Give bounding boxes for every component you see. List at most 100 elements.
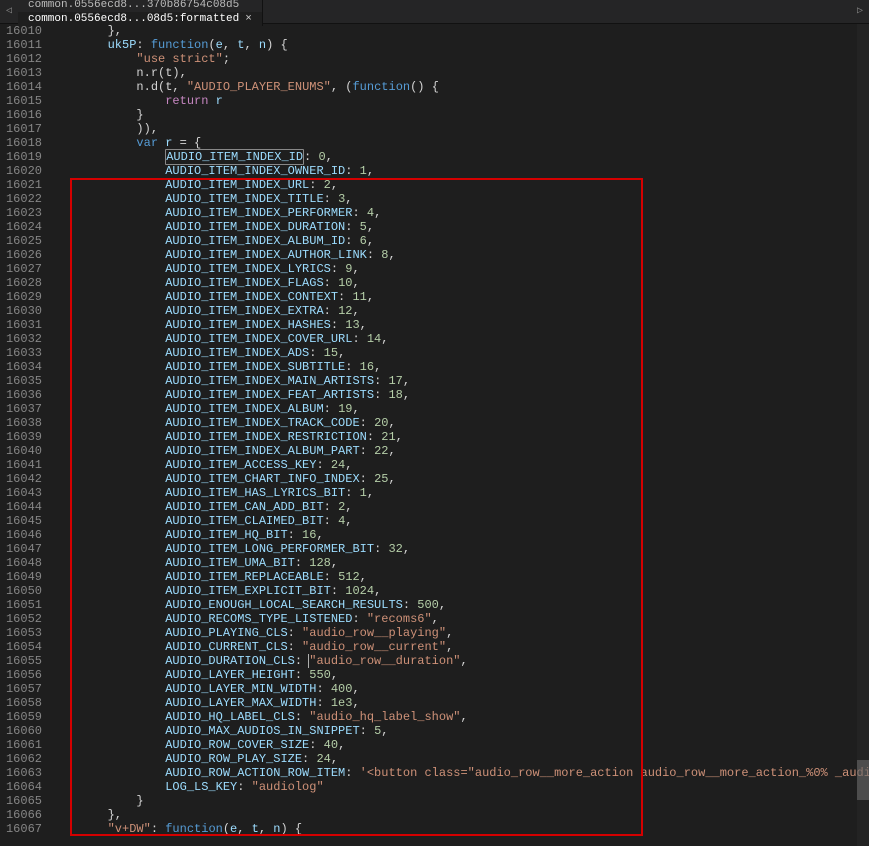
- code-line[interactable]: AUDIO_HQ_LABEL_CLS: "audio_hq_label_show…: [50, 710, 869, 724]
- line-number: 16033: [0, 346, 42, 360]
- code-line[interactable]: AUDIO_ITEM_INDEX_FLAGS: 10,: [50, 276, 869, 290]
- code-line[interactable]: AUDIO_ITEM_LONG_PERFORMER_BIT: 32,: [50, 542, 869, 556]
- code-line[interactable]: AUDIO_ITEM_INDEX_CONTEXT: 11,: [50, 290, 869, 304]
- line-number: 16012: [0, 52, 42, 66]
- code-line[interactable]: AUDIO_LAYER_MIN_WIDTH: 400,: [50, 682, 869, 696]
- code-line[interactable]: AUDIO_ITEM_INDEX_SUBTITLE: 16,: [50, 360, 869, 374]
- line-number: 16062: [0, 752, 42, 766]
- line-number: 16038: [0, 416, 42, 430]
- code-line[interactable]: AUDIO_ITEM_INDEX_URL: 2,: [50, 178, 869, 192]
- code-line[interactable]: AUDIO_ITEM_INDEX_LYRICS: 9,: [50, 262, 869, 276]
- code-line[interactable]: return r: [50, 94, 869, 108]
- code-line[interactable]: AUDIO_ITEM_INDEX_OWNER_ID: 1,: [50, 164, 869, 178]
- line-number: 16049: [0, 570, 42, 584]
- code-editor[interactable]: 1601016011160121601316014160151601616017…: [0, 24, 869, 846]
- code-line[interactable]: }: [50, 794, 869, 808]
- code-line[interactable]: AUDIO_ITEM_INDEX_FEAT_ARTISTS: 18,: [50, 388, 869, 402]
- code-line[interactable]: AUDIO_ITEM_ACCESS_KEY: 24,: [50, 458, 869, 472]
- code-line[interactable]: AUDIO_CURRENT_CLS: "audio_row__current",: [50, 640, 869, 654]
- code-line[interactable]: AUDIO_ITEM_INDEX_ADS: 15,: [50, 346, 869, 360]
- code-line[interactable]: AUDIO_ITEM_INDEX_COVER_URL: 14,: [50, 332, 869, 346]
- tab-bar: ◁ common.0556ecd8...370b86754c08d5common…: [0, 0, 869, 24]
- code-line[interactable]: AUDIO_ITEM_INDEX_ID: 0,: [50, 150, 869, 164]
- code-line[interactable]: AUDIO_DURATION_CLS: "audio_row__duration…: [50, 654, 869, 668]
- code-line[interactable]: "v+DW": function(e, t, n) {: [50, 822, 869, 836]
- code-line[interactable]: AUDIO_PLAYING_CLS: "audio_row__playing",: [50, 626, 869, 640]
- line-number: 16032: [0, 332, 42, 346]
- line-number: 16019: [0, 150, 42, 164]
- code-line[interactable]: AUDIO_LAYER_HEIGHT: 550,: [50, 668, 869, 682]
- code-line[interactable]: AUDIO_RECOMS_TYPE_LISTENED: "recoms6",: [50, 612, 869, 626]
- line-number: 16018: [0, 136, 42, 150]
- code-line[interactable]: AUDIO_ITEM_INDEX_TRACK_CODE: 20,: [50, 416, 869, 430]
- scrollbar-vertical[interactable]: [857, 24, 869, 846]
- line-number: 16036: [0, 388, 42, 402]
- code-line[interactable]: AUDIO_ITEM_CHART_INFO_INDEX: 25,: [50, 472, 869, 486]
- code-line[interactable]: AUDIO_ITEM_UMA_BIT: 128,: [50, 556, 869, 570]
- line-number: 16014: [0, 80, 42, 94]
- line-number: 16047: [0, 542, 42, 556]
- code-line[interactable]: AUDIO_MAX_AUDIOS_IN_SNIPPET: 5,: [50, 724, 869, 738]
- code-line[interactable]: AUDIO_ITEM_INDEX_EXTRA: 12,: [50, 304, 869, 318]
- line-number: 16017: [0, 122, 42, 136]
- line-number: 16050: [0, 584, 42, 598]
- code-line[interactable]: AUDIO_ITEM_INDEX_ALBUM_PART: 22,: [50, 444, 869, 458]
- code-line[interactable]: AUDIO_ITEM_INDEX_DURATION: 5,: [50, 220, 869, 234]
- code-line[interactable]: },: [50, 24, 869, 38]
- tab-nav-right[interactable]: ▷: [851, 0, 869, 23]
- line-number: 16059: [0, 710, 42, 724]
- code-area[interactable]: }, uk5P: function(e, t, n) { "use strict…: [50, 24, 869, 846]
- code-line[interactable]: AUDIO_ITEM_HQ_BIT: 16,: [50, 528, 869, 542]
- code-line[interactable]: AUDIO_ITEM_CLAIMED_BIT: 4,: [50, 514, 869, 528]
- code-line[interactable]: n.r(t),: [50, 66, 869, 80]
- code-line[interactable]: AUDIO_ITEM_REPLACEABLE: 512,: [50, 570, 869, 584]
- line-number: 16054: [0, 640, 42, 654]
- line-number-gutter: 1601016011160121601316014160151601616017…: [0, 24, 50, 846]
- code-line[interactable]: AUDIO_ITEM_INDEX_PERFORMER: 4,: [50, 206, 869, 220]
- editor-tab[interactable]: common.0556ecd8...370b86754c08d5: [18, 0, 263, 12]
- code-line[interactable]: }: [50, 108, 869, 122]
- code-line[interactable]: )),: [50, 122, 869, 136]
- code-line[interactable]: uk5P: function(e, t, n) {: [50, 38, 869, 52]
- line-number: 16039: [0, 430, 42, 444]
- code-line[interactable]: AUDIO_ROW_ACTION_ROW_ITEM: '<button clas…: [50, 766, 869, 780]
- code-line[interactable]: AUDIO_ITEM_INDEX_MAIN_ARTISTS: 17,: [50, 374, 869, 388]
- line-number: 16045: [0, 514, 42, 528]
- code-line[interactable]: AUDIO_ITEM_INDEX_AUTHOR_LINK: 8,: [50, 248, 869, 262]
- code-line[interactable]: AUDIO_ROW_COVER_SIZE: 40,: [50, 738, 869, 752]
- code-line[interactable]: "use strict";: [50, 52, 869, 66]
- code-line[interactable]: AUDIO_ENOUGH_LOCAL_SEARCH_RESULTS: 500,: [50, 598, 869, 612]
- code-line[interactable]: AUDIO_ITEM_INDEX_ALBUM: 19,: [50, 402, 869, 416]
- line-number: 16051: [0, 598, 42, 612]
- line-number: 16057: [0, 682, 42, 696]
- line-number: 16044: [0, 500, 42, 514]
- tab-label: common.0556ecd8...370b86754c08d5: [28, 0, 239, 12]
- line-number: 16043: [0, 486, 42, 500]
- code-line[interactable]: AUDIO_ITEM_INDEX_ALBUM_ID: 6,: [50, 234, 869, 248]
- code-line[interactable]: },: [50, 808, 869, 822]
- line-number: 16061: [0, 738, 42, 752]
- line-number: 16025: [0, 234, 42, 248]
- code-line[interactable]: AUDIO_ITEM_EXPLICIT_BIT: 1024,: [50, 584, 869, 598]
- line-number: 16030: [0, 304, 42, 318]
- line-number: 16026: [0, 248, 42, 262]
- code-line[interactable]: AUDIO_LAYER_MAX_WIDTH: 1e3,: [50, 696, 869, 710]
- tab-nav-left[interactable]: ◁: [0, 0, 18, 23]
- code-line[interactable]: AUDIO_ITEM_INDEX_TITLE: 3,: [50, 192, 869, 206]
- scrollbar-thumb[interactable]: [857, 760, 869, 800]
- code-line[interactable]: AUDIO_ITEM_CAN_ADD_BIT: 2,: [50, 500, 869, 514]
- line-number: 16053: [0, 626, 42, 640]
- code-line[interactable]: var r = {: [50, 136, 869, 150]
- line-number: 16010: [0, 24, 42, 38]
- line-number: 16021: [0, 178, 42, 192]
- code-line[interactable]: AUDIO_ROW_PLAY_SIZE: 24,: [50, 752, 869, 766]
- code-line[interactable]: AUDIO_ITEM_HAS_LYRICS_BIT: 1,: [50, 486, 869, 500]
- code-line[interactable]: AUDIO_ITEM_INDEX_HASHES: 13,: [50, 318, 869, 332]
- code-line[interactable]: n.d(t, "AUDIO_PLAYER_ENUMS", (function()…: [50, 80, 869, 94]
- code-line[interactable]: AUDIO_ITEM_INDEX_RESTRICTION: 21,: [50, 430, 869, 444]
- code-line[interactable]: LOG_LS_KEY: "audiolog": [50, 780, 869, 794]
- selected-token: AUDIO_ITEM_INDEX_ID: [165, 149, 304, 165]
- line-number: 16034: [0, 360, 42, 374]
- line-number: 16040: [0, 444, 42, 458]
- line-number: 16065: [0, 794, 42, 808]
